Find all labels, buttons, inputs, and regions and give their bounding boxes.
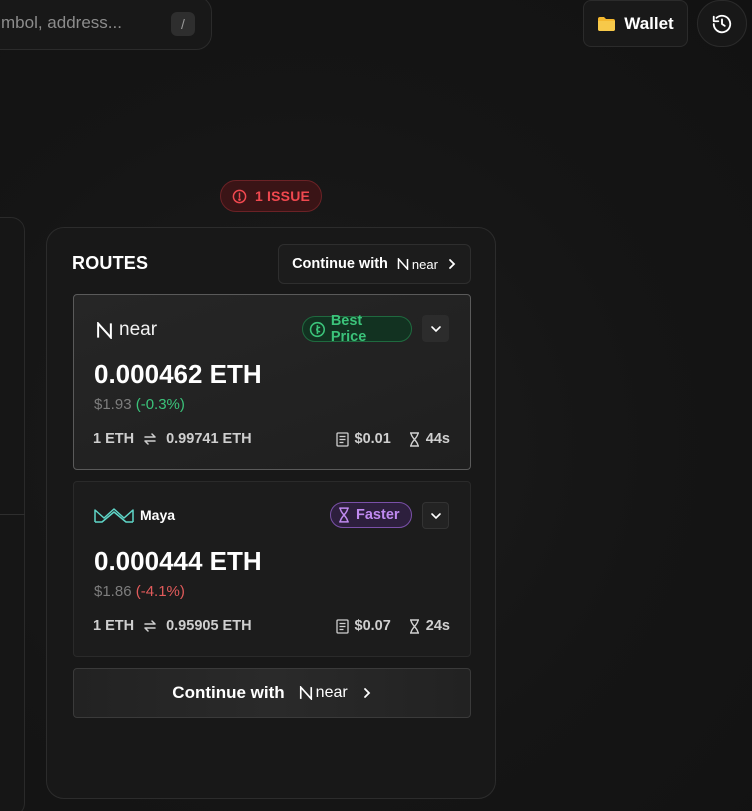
badge-label: Best Price (330, 313, 367, 345)
chevron-down-icon (430, 512, 441, 519)
issue-badge[interactable]: 1 ISSUE (220, 180, 322, 212)
alert-circle-icon (232, 189, 247, 203)
chevron-right-icon (449, 259, 456, 269)
near-logo-icon (397, 258, 409, 270)
routes-panel: ROUTES Continue with near near Best Pric… (46, 227, 496, 799)
best-price-badge: Best Price (302, 313, 412, 345)
history-button[interactable] (697, 0, 747, 47)
folder-icon (598, 16, 616, 31)
near-logo: near (397, 257, 438, 272)
continue-with-button-top[interactable]: Continue with near (278, 244, 471, 284)
hourglass-icon (409, 431, 419, 447)
routes-title: ROUTES (72, 253, 149, 273)
continue-with-button[interactable]: Continue with near (73, 668, 471, 718)
usd-amount: $1.86 (94, 583, 132, 600)
near-logo: near (299, 684, 348, 702)
usd-value: $1.93 (-0.3%) (94, 396, 185, 413)
near-logo-icon (299, 686, 312, 700)
route-card-near[interactable]: near Best Price 0.000462 ETH $1.93 (-0.3… (73, 294, 471, 470)
hourglass-icon (339, 507, 349, 523)
fee-value: $0.01 (354, 431, 391, 447)
output-amount: 0.000444 ETH (94, 546, 262, 576)
dollar-circle-icon (309, 321, 326, 337)
provider-near: near (96, 319, 157, 341)
rate-from: 1 ETH (93, 618, 135, 634)
price-change: (-0.3%) (135, 396, 185, 413)
swap-arrows-icon (144, 433, 156, 445)
rate-to: 0.95905 ETH (166, 618, 252, 634)
continue-label: Continue with (292, 256, 388, 272)
rate-to: 0.99741 ETH (166, 431, 252, 447)
expand-route-button[interactable] (422, 502, 449, 529)
usd-amount: $1.93 (94, 396, 132, 413)
hourglass-icon (409, 618, 419, 634)
provider-name: Maya (140, 507, 176, 523)
near-wordmark: near (411, 256, 438, 272)
continue-label: Continue with (172, 683, 285, 702)
fee-value: $0.07 (354, 618, 391, 634)
route-meta: $0.01 44s (335, 431, 450, 447)
panel-divider (0, 514, 25, 515)
chevron-down-icon (430, 325, 441, 332)
route-card-maya[interactable]: Maya Faster 0.000444 ETH $1.86 (-4.1%) 1… (73, 481, 471, 657)
swap-arrows-icon (144, 620, 156, 632)
exchange-rate: 1 ETH 0.99741 ETH (93, 431, 252, 447)
route-meta: $0.07 24s (335, 618, 450, 634)
wallet-button[interactable]: Wallet (583, 0, 688, 47)
time-value: 24s (425, 618, 450, 634)
provider-maya: Maya (94, 506, 175, 524)
search-input[interactable]: mbol, address... (1, 13, 122, 33)
receipt-icon (335, 431, 349, 447)
badge-label: Faster (356, 507, 400, 523)
search-bar[interactable]: mbol, address... / (0, 0, 212, 50)
app-stage: mbol, address... / Wallet 1 ISSUE ROUTES (0, 0, 752, 811)
output-amount: 0.000462 ETH (94, 359, 262, 389)
expand-route-button[interactable] (422, 315, 449, 342)
faster-badge: Faster (330, 502, 412, 528)
near-wordmark: near (315, 684, 348, 701)
chevron-right-icon (363, 688, 370, 698)
shortcut-key-badge: / (171, 12, 195, 36)
usd-value: $1.86 (-4.1%) (94, 583, 185, 600)
receipt-icon (335, 618, 349, 634)
time-value: 44s (425, 431, 450, 447)
wallet-label: Wallet (624, 13, 674, 33)
near-logo-icon (97, 321, 112, 339)
exchange-rate: 1 ETH 0.95905 ETH (93, 618, 252, 634)
issue-label: 1 ISSUE (254, 188, 311, 204)
rate-from: 1 ETH (93, 431, 135, 447)
provider-name: near (119, 319, 158, 340)
price-change: (-4.1%) (135, 583, 185, 600)
maya-logo-icon (94, 508, 134, 523)
history-icon (712, 14, 732, 33)
